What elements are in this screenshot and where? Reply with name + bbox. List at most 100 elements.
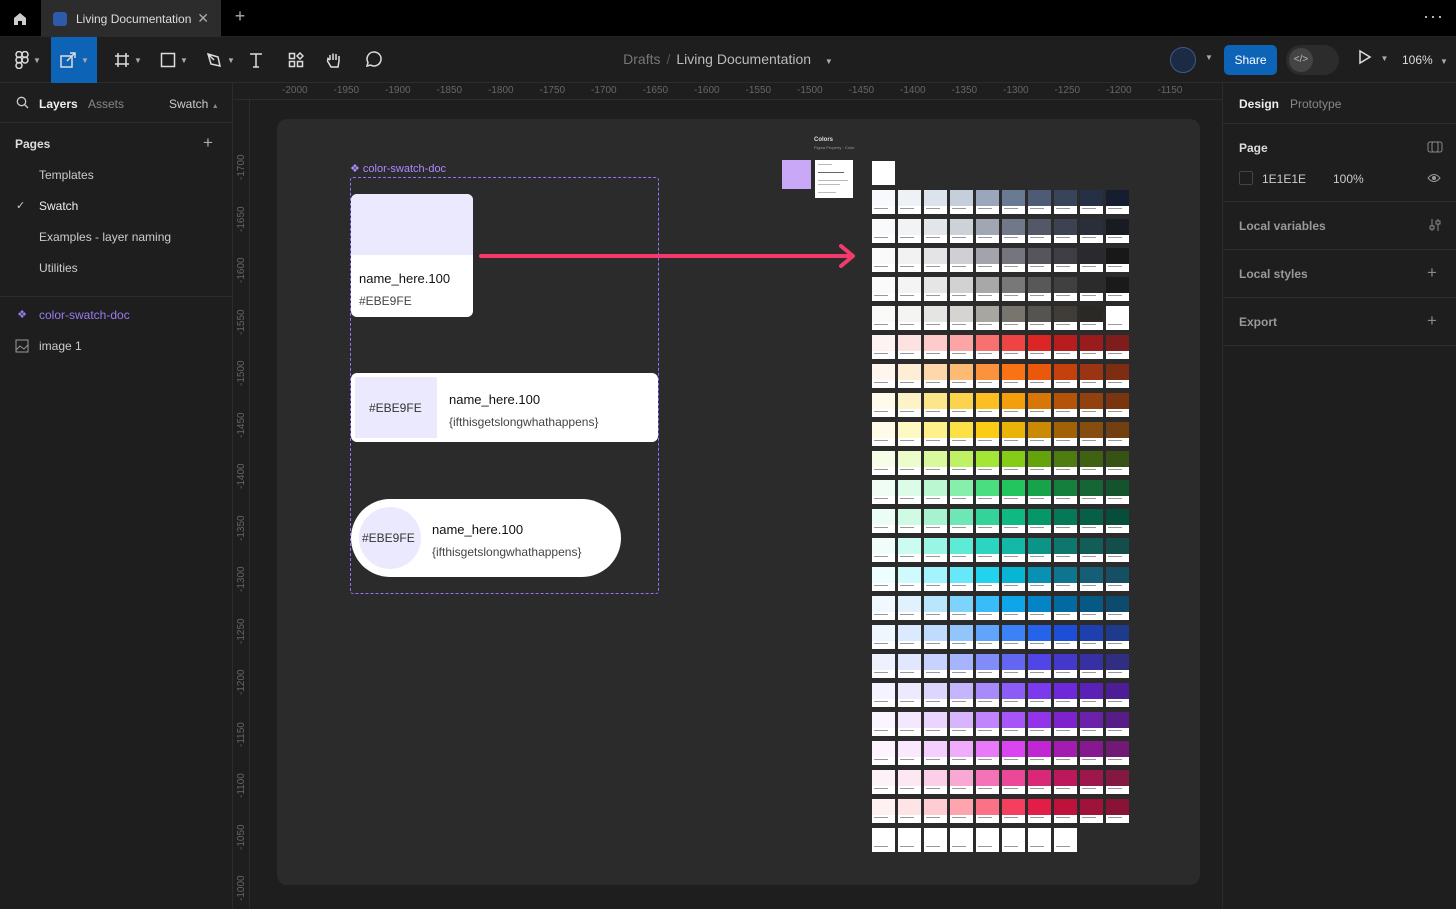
palette-swatch[interactable] [1080,219,1103,243]
palette-swatch[interactable] [898,538,921,562]
comment-tool-button[interactable] [360,37,386,83]
palette-swatch[interactable] [924,712,947,736]
page-background-hex[interactable]: 1E1E1E [1262,172,1306,186]
palette-swatch[interactable] [898,683,921,707]
palette-swatch[interactable] [924,393,947,417]
palette-swatch[interactable] [1002,219,1025,243]
palette-swatch[interactable] [1002,654,1025,678]
palette-swatch[interactable] [976,190,999,214]
palette-swatch[interactable] [950,741,973,765]
palette-swatch[interactable] [1028,277,1051,301]
palette-swatch[interactable] [872,306,895,330]
palette-swatch[interactable] [976,712,999,736]
palette-swatch[interactable] [1054,509,1077,533]
palette-swatch[interactable] [1106,567,1129,591]
dev-mode-toggle[interactable]: </> [1286,45,1339,75]
palette-swatch[interactable] [1106,277,1129,301]
palette-swatch[interactable] [976,654,999,678]
palette-swatch[interactable] [1028,190,1051,214]
palette-swatch[interactable] [1028,480,1051,504]
palette-swatch[interactable] [872,596,895,620]
add-style-button[interactable]: + [1427,263,1437,283]
swatch-card-horizontal[interactable]: #EBE9FE name_here.100 {ifthisgetslongwha… [351,373,658,442]
palette-swatch[interactable] [1106,480,1129,504]
palette-header-card[interactable] [872,161,895,185]
palette-swatch[interactable] [976,335,999,359]
palette-swatch[interactable] [1080,538,1103,562]
palette-swatch[interactable] [1028,799,1051,823]
palette-swatch[interactable] [1054,364,1077,388]
palette-swatch[interactable] [1002,277,1025,301]
palette-swatch[interactable] [1080,770,1103,794]
palette-swatch[interactable] [1028,306,1051,330]
palette-swatch[interactable] [898,422,921,446]
palette-swatch[interactable] [1054,190,1077,214]
palette-swatch[interactable] [1080,335,1103,359]
palette-swatch[interactable] [872,770,895,794]
palette-swatch[interactable] [976,277,999,301]
palette-swatch[interactable] [950,335,973,359]
palette-swatch[interactable] [1080,509,1103,533]
palette-swatch[interactable] [1028,538,1051,562]
palette-swatch[interactable] [1028,364,1051,388]
palette-swatch[interactable] [950,219,973,243]
palette-swatch[interactable] [1028,683,1051,707]
page-background-opacity[interactable]: 100% [1333,172,1364,186]
layer-item-color-swatch-doc[interactable]: ❖ color-swatch-doc [15,308,130,322]
palette-swatch[interactable] [1054,277,1077,301]
palette-swatch[interactable] [1002,625,1025,649]
palette-swatch[interactable] [976,509,999,533]
palette-swatch[interactable] [950,683,973,707]
palette-swatch[interactable] [1028,770,1051,794]
palette-swatch[interactable] [1080,393,1103,417]
palette-swatch[interactable] [898,219,921,243]
palette-swatch[interactable] [1106,654,1129,678]
file-tab[interactable]: Living Documentation ✕ [41,0,221,37]
palette-swatch[interactable] [1106,190,1129,214]
palette-swatch[interactable] [898,799,921,823]
palette-swatch[interactable] [898,364,921,388]
palette-swatch[interactable] [950,277,973,301]
palette-swatch[interactable] [898,480,921,504]
palette-swatch[interactable] [1002,567,1025,591]
palette-swatch[interactable] [1080,422,1103,446]
search-icon[interactable] [16,96,29,109]
shape-tool-button[interactable]: ▼ [151,37,197,83]
zoom-dropdown[interactable]: 106% ▼ [1402,53,1448,67]
palette-swatch[interactable] [924,741,947,765]
palette-swatch[interactable] [976,422,999,446]
palette-swatch[interactable] [1054,219,1077,243]
palette-swatch[interactable] [924,625,947,649]
palette-swatch[interactable] [1106,712,1129,736]
palette-swatch[interactable] [1106,393,1129,417]
palette-swatch[interactable] [1002,712,1025,736]
palette-swatch[interactable] [1106,335,1129,359]
palette-swatch[interactable] [976,538,999,562]
palette-swatch[interactable] [1002,306,1025,330]
breadcrumb-drafts[interactable]: Drafts [623,51,660,67]
palette-swatch[interactable] [1054,480,1077,504]
palette-swatch[interactable] [1054,654,1077,678]
swatch-card-pill[interactable]: #EBE9FE name_here.100 {ifthisgetslongwha… [351,499,621,577]
chevron-down-icon[interactable]: ▼ [1205,53,1213,62]
export-section[interactable]: Export [1239,315,1277,329]
palette-swatch[interactable] [950,306,973,330]
palette-swatch[interactable] [1054,422,1077,446]
palette-swatch[interactable] [976,306,999,330]
palette-swatch[interactable] [1028,712,1051,736]
arrow-annotation[interactable] [478,243,860,269]
palette-swatch[interactable] [872,712,895,736]
palette-swatch[interactable] [1106,799,1129,823]
tab-design[interactable]: Design [1239,97,1279,111]
palette-swatch[interactable] [950,248,973,272]
page-dropdown[interactable]: Swatch ▲ [169,97,219,111]
move-tool-button[interactable]: ▼ [51,37,97,83]
palette-swatch[interactable] [898,306,921,330]
palette-swatch[interactable] [1080,190,1103,214]
palette-swatch[interactable] [950,567,973,591]
palette-swatch[interactable] [924,828,947,852]
palette-swatch[interactable] [950,712,973,736]
palette-swatch[interactable] [872,393,895,417]
palette-swatch[interactable] [1080,799,1103,823]
palette-swatch[interactable] [976,625,999,649]
